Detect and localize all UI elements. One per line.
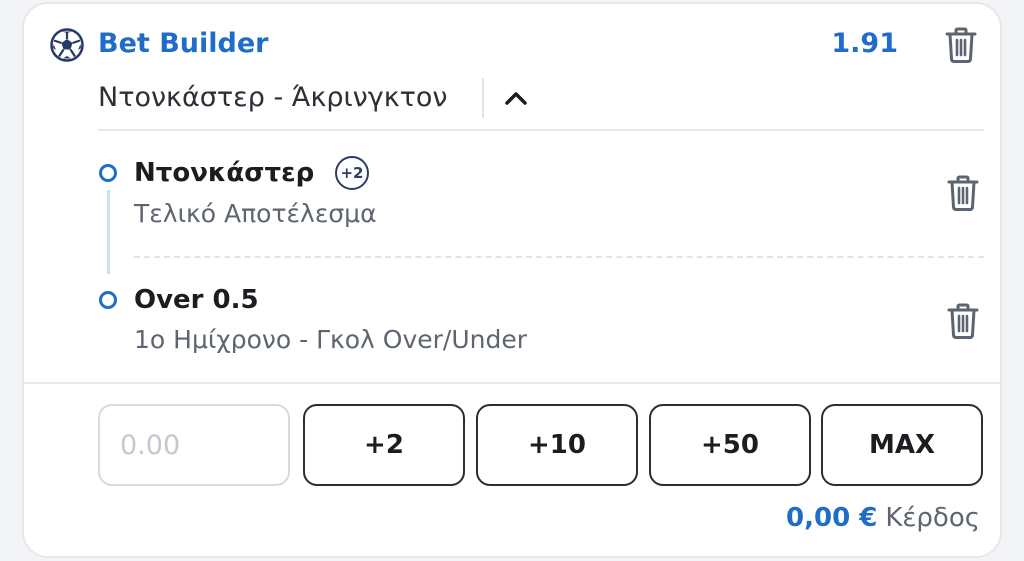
profit-label: Κέρδος [885, 503, 980, 533]
quick-stake-2-button[interactable]: +2 [303, 404, 465, 486]
max-stake-button[interactable]: MAX [821, 404, 983, 486]
remove-selection-trash-icon[interactable] [946, 174, 980, 212]
selection-marker-icon [99, 164, 117, 182]
bet-slip-card: Bet Builder 1.91 Ντονκάστερ - Άκρινγκτον… [22, 2, 1002, 558]
quick-stake-50-button[interactable]: +50 [649, 404, 811, 486]
bet-builder-title: Bet Builder [98, 28, 269, 59]
chevron-up-icon[interactable] [500, 80, 532, 116]
more-selections-badge[interactable]: +2 [335, 156, 369, 190]
divider [482, 78, 484, 118]
potential-profit: 0,00 € Κέρδος [786, 498, 980, 541]
divider [24, 382, 1000, 384]
remove-bet-trash-icon[interactable] [944, 26, 978, 64]
remove-selection-trash-icon[interactable] [946, 302, 980, 340]
profit-value: 0,00 € [786, 503, 878, 533]
selection-connector-line [107, 190, 110, 274]
selection-name: Ντονκάστερ [134, 158, 315, 188]
soccer-ball-icon [50, 28, 84, 62]
match-name: Ντονκάστερ - Άκρινγκτον [98, 82, 448, 113]
selection-marker-icon [99, 291, 117, 309]
divider [134, 256, 984, 258]
selection-name: Over 0.5 [134, 285, 259, 315]
selection-market: Τελικό Αποτέλεσμα [134, 199, 377, 228]
selection-market: 1ο Ημίχρονο - Γκολ Over/Under [134, 325, 528, 354]
total-odds: 1.91 [831, 28, 898, 59]
divider [98, 129, 984, 131]
stake-input[interactable] [98, 404, 290, 486]
quick-stake-10-button[interactable]: +10 [476, 404, 638, 486]
